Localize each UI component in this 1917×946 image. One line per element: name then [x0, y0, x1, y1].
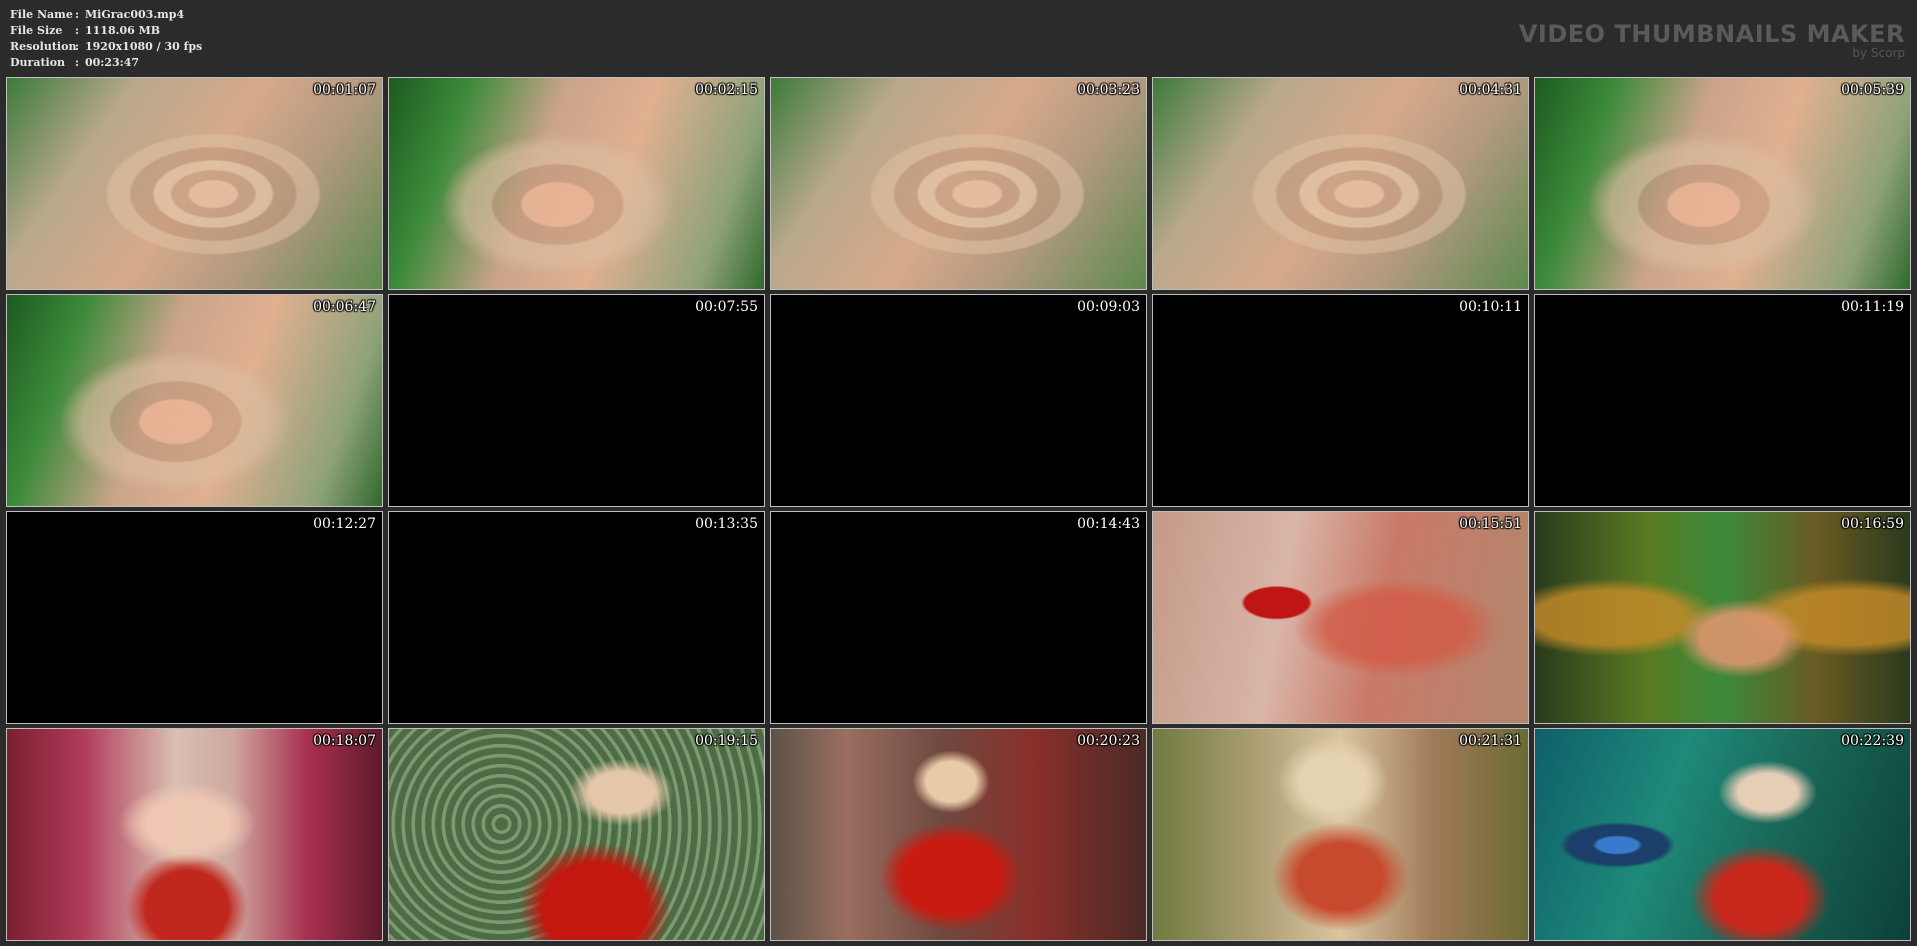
timestamp-label: 00:18:07: [313, 733, 376, 749]
thumbnail-frame: [1535, 512, 1910, 723]
thumbnail-frame: [771, 295, 1146, 506]
info-separator: :: [75, 24, 80, 37]
thumbnail-frame: [7, 512, 382, 723]
file-size-value: 1118.06 MB: [85, 24, 161, 37]
info-label: Resolution: [10, 40, 77, 53]
thumbnail-frame: [7, 729, 382, 940]
video-thumbnail[interactable]: 00:05:39: [1534, 77, 1911, 290]
brand-subtitle: by Scorp: [1852, 46, 1905, 60]
file-size-row: File Size : 1118.06 MB: [10, 23, 202, 39]
timestamp-label: 00:22:39: [1841, 733, 1904, 749]
thumbnail-frame: [7, 78, 382, 289]
video-thumbnail[interactable]: 00:22:39: [1534, 728, 1911, 941]
timestamp-label: 00:13:35: [695, 516, 758, 532]
video-thumbnail[interactable]: 00:06:47: [6, 294, 383, 507]
thumbnail-frame: [7, 295, 382, 506]
thumbnail-frame: [389, 512, 764, 723]
timestamp-label: 00:07:55: [695, 299, 758, 315]
timestamp-label: 00:15:51: [1459, 516, 1522, 532]
resolution-value: 1920x1080 / 30 fps: [85, 40, 203, 53]
info-label: File Name: [10, 8, 73, 21]
thumbnail-frame: [1153, 295, 1528, 506]
timestamp-label: 00:14:43: [1077, 516, 1140, 532]
video-thumbnail[interactable]: 00:07:55: [388, 294, 765, 507]
thumbnail-frame: [389, 78, 764, 289]
info-separator: :: [75, 8, 80, 21]
video-thumbnail[interactable]: 00:09:03: [770, 294, 1147, 507]
video-thumbnail[interactable]: 00:18:07: [6, 728, 383, 941]
info-separator: :: [75, 56, 80, 69]
timestamp-label: 00:19:15: [695, 733, 758, 749]
thumbnail-frame: [1153, 729, 1528, 940]
file-info: File Name : MiGrac003.mp4 File Size : 11…: [10, 7, 202, 71]
timestamp-label: 00:01:07: [313, 82, 376, 98]
info-separator: :: [75, 40, 80, 53]
thumbnail-frame: [771, 512, 1146, 723]
timestamp-label: 00:10:11: [1459, 299, 1522, 315]
resolution-row: Resolution : 1920x1080 / 30 fps: [10, 39, 202, 55]
thumbnail-frame: [1153, 512, 1528, 723]
thumbnail-frame: [1535, 78, 1910, 289]
video-thumbnail[interactable]: 00:11:19: [1534, 294, 1911, 507]
thumbnail-frame: [389, 729, 764, 940]
brand-title: VIDEO THUMBNAILS MAKER: [1518, 20, 1905, 48]
timestamp-label: 00:02:15: [695, 82, 758, 98]
timestamp-label: 00:16:59: [1841, 516, 1904, 532]
video-thumbnail[interactable]: 00:20:23: [770, 728, 1147, 941]
timestamp-label: 00:06:47: [313, 299, 376, 315]
duration-row: Duration : 00:23:47: [10, 55, 202, 71]
thumbnail-frame: [771, 729, 1146, 940]
video-thumbnail[interactable]: 00:14:43: [770, 511, 1147, 724]
info-label: Duration: [10, 56, 66, 69]
timestamp-label: 00:03:23: [1077, 82, 1140, 98]
thumbnail-frame: [1153, 78, 1528, 289]
video-thumbnail[interactable]: 00:19:15: [388, 728, 765, 941]
video-thumbnail[interactable]: 00:16:59: [1534, 511, 1911, 724]
info-label: File Size: [10, 24, 63, 37]
video-thumbnail[interactable]: 00:15:51: [1152, 511, 1529, 724]
video-thumbnail[interactable]: 00:01:07: [6, 77, 383, 290]
timestamp-label: 00:20:23: [1077, 733, 1140, 749]
video-thumbnail[interactable]: 00:13:35: [388, 511, 765, 724]
video-thumbnail[interactable]: 00:12:27: [6, 511, 383, 724]
brand-watermark: VIDEO THUMBNAILS MAKER by Scorp: [1519, 21, 1905, 60]
header: File Name : MiGrac003.mp4 File Size : 11…: [0, 0, 1917, 74]
timestamp-label: 00:21:31: [1459, 733, 1522, 749]
thumbnail-frame: [771, 78, 1146, 289]
timestamp-label: 00:12:27: [313, 516, 376, 532]
timestamp-label: 00:11:19: [1841, 299, 1904, 315]
thumbnail-frame: [1535, 295, 1910, 506]
video-thumbnail[interactable]: 00:10:11: [1152, 294, 1529, 507]
thumbnail-frame: [1535, 729, 1910, 940]
video-thumbnail[interactable]: 00:04:31: [1152, 77, 1529, 290]
file-name-row: File Name : MiGrac003.mp4: [10, 7, 202, 23]
video-thumbnail[interactable]: 00:02:15: [388, 77, 765, 290]
video-thumbnail[interactable]: 00:03:23: [770, 77, 1147, 290]
timestamp-label: 00:05:39: [1841, 82, 1904, 98]
timestamp-label: 00:04:31: [1459, 82, 1522, 98]
video-thumbnail[interactable]: 00:21:31: [1152, 728, 1529, 941]
duration-value: 00:23:47: [85, 56, 140, 69]
thumbnail-frame: [389, 295, 764, 506]
file-name-value: MiGrac003.mp4: [85, 8, 185, 21]
thumbnail-grid: 00:01:07 00:02:15 00:03:23 00:04:31 00:05:39…: [6, 77, 1911, 941]
timestamp-label: 00:09:03: [1077, 299, 1140, 315]
